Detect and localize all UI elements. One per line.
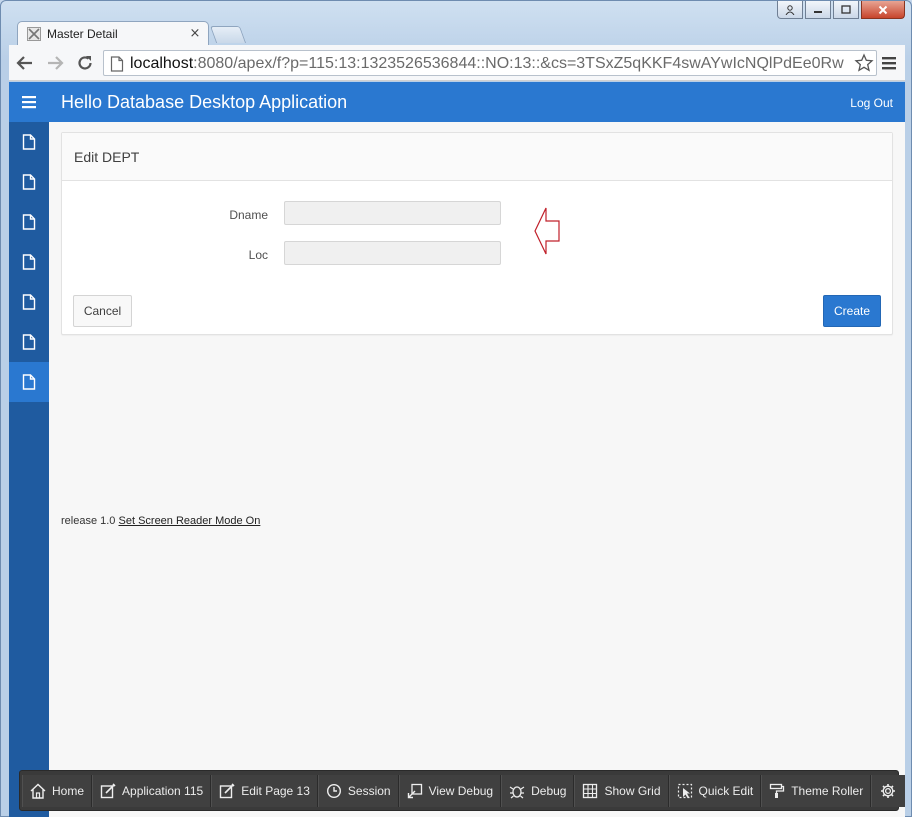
- dname-input[interactable]: [284, 201, 501, 225]
- release-text: release 1.0: [61, 515, 116, 527]
- dev-settings-button[interactable]: [871, 774, 905, 807]
- browser-window: Master Detail × localhost:8080/apex/f?p=…: [0, 0, 912, 817]
- page-icon: [22, 374, 36, 390]
- cancel-button[interactable]: Cancel: [73, 295, 132, 327]
- menu-toggle-icon[interactable]: [21, 94, 37, 110]
- loc-input[interactable]: [284, 241, 501, 265]
- region-title: Edit DEPT: [74, 149, 140, 165]
- dev-edit-page-button[interactable]: Edit Page 13: [211, 774, 318, 807]
- sidebar-item-3[interactable]: [9, 202, 49, 242]
- forward-icon[interactable]: [43, 51, 67, 75]
- dev-debug-button[interactable]: Debug: [501, 774, 575, 807]
- browser-menu-icon[interactable]: [881, 55, 897, 71]
- window-controls: [777, 1, 905, 19]
- edit-dept-region: Edit DEPT Dname Loc Cancel Create: [61, 132, 893, 335]
- page-footer: release 1.0 Set Screen Reader Mode On: [61, 515, 260, 527]
- developer-toolbar: Home Application 115 Edit Page 13 Sessio…: [19, 770, 905, 811]
- dev-theme-roller-button[interactable]: Theme Roller: [761, 774, 872, 807]
- gear-icon: [881, 783, 896, 798]
- sidebar-item-7[interactable]: [9, 362, 49, 402]
- create-button[interactable]: Create: [823, 295, 881, 327]
- view-debug-icon: [407, 783, 422, 798]
- user-icon[interactable]: [777, 1, 803, 19]
- address-bar[interactable]: localhost:8080/apex/f?p=115:13:132352653…: [103, 50, 877, 76]
- region-header: Edit DEPT: [62, 133, 892, 181]
- new-tab-button[interactable]: [209, 26, 247, 43]
- browser-toolbar: localhost:8080/apex/f?p=115:13:132352653…: [9, 45, 905, 81]
- tab-title: Master Detail: [47, 26, 118, 41]
- dev-application-button[interactable]: Application 115: [92, 774, 212, 807]
- app-title[interactable]: Hello Database Desktop Application: [61, 92, 347, 113]
- minimize-button[interactable]: [805, 1, 831, 19]
- reload-icon[interactable]: [73, 51, 97, 75]
- dname-label: Dname: [229, 208, 268, 222]
- clock-icon: [326, 783, 341, 798]
- back-icon[interactable]: [13, 51, 37, 75]
- page-icon: [22, 294, 36, 310]
- page-icon: [22, 214, 36, 230]
- browser-tab[interactable]: Master Detail ×: [17, 21, 209, 45]
- screen-reader-link[interactable]: Set Screen Reader Mode On: [119, 515, 261, 527]
- page-icon: [22, 334, 36, 350]
- edit-page-icon: [219, 782, 235, 798]
- edit-icon: [100, 782, 116, 798]
- sidebar-item-4[interactable]: [9, 242, 49, 282]
- dev-quick-edit-button[interactable]: Quick Edit: [668, 774, 762, 807]
- logout-link[interactable]: Log Out: [850, 96, 893, 110]
- sidebar-item-2[interactable]: [9, 162, 49, 202]
- dev-home-button[interactable]: Home: [22, 774, 93, 807]
- tab-close-icon[interactable]: ×: [188, 26, 202, 41]
- paint-roller-icon: [770, 783, 785, 798]
- dev-show-grid-button[interactable]: Show Grid: [574, 774, 669, 807]
- sidebar-item-6[interactable]: [9, 322, 49, 362]
- side-navigation: [9, 122, 49, 817]
- sidebar-item-1[interactable]: [9, 122, 49, 162]
- app-header: Hello Database Desktop Application Log O…: [9, 82, 905, 122]
- bookmark-star-icon[interactable]: [854, 53, 874, 73]
- apex-application: Hello Database Desktop Application Log O…: [9, 82, 905, 817]
- maximize-button[interactable]: [833, 1, 859, 19]
- url-text[interactable]: localhost:8080/apex/f?p=115:13:132352653…: [130, 55, 844, 73]
- sidebar-item-5[interactable]: [9, 282, 49, 322]
- page-icon: [22, 174, 36, 190]
- home-icon: [30, 783, 46, 799]
- page-info-icon[interactable]: [110, 56, 124, 72]
- apex-favicon-icon: [27, 26, 41, 41]
- page-icon: [22, 254, 36, 270]
- loc-label: Loc: [248, 248, 268, 262]
- annotation-arrow-icon: [534, 207, 560, 255]
- close-window-button[interactable]: [861, 1, 905, 19]
- quick-edit-icon: [677, 783, 692, 798]
- bug-icon: [509, 785, 525, 798]
- page-icon: [22, 134, 36, 150]
- dev-view-debug-button[interactable]: View Debug: [398, 774, 502, 807]
- grid-icon: [583, 783, 598, 798]
- dev-session-button[interactable]: Session: [317, 774, 399, 807]
